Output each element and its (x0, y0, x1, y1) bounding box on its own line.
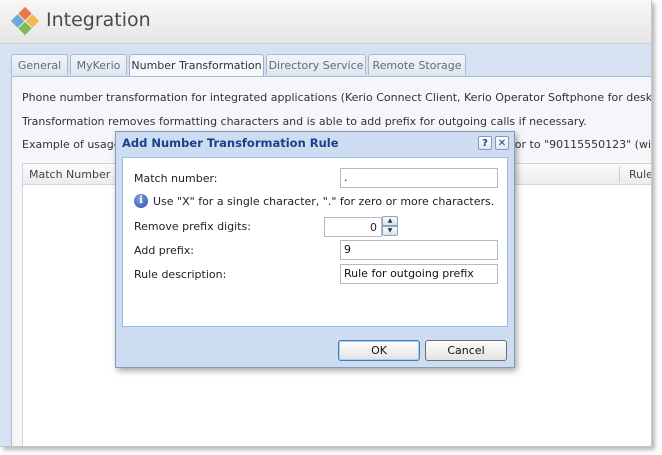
column-rule[interactable]: Rule (629, 168, 651, 181)
rule-description-label: Rule description: (134, 268, 227, 281)
rule-description-input[interactable]: Rule for outgoing prefix (340, 264, 498, 284)
add-rule-dialog: Add Number Transformation Rule ? ✕ Match… (115, 131, 515, 368)
match-number-input[interactable]: . (340, 168, 498, 188)
tab-remote-storage[interactable]: Remote Storage (368, 54, 466, 75)
transformation-note: Transformation removes formatting charac… (22, 115, 587, 128)
match-number-hint: Use "X" for a single character, "." for … (153, 195, 495, 208)
page-title: Integration (46, 9, 151, 31)
cancel-button[interactable]: Cancel (425, 340, 507, 361)
integration-logo-icon (10, 6, 40, 36)
remove-prefix-input[interactable]: 0 (324, 217, 382, 237)
tab-mykerio[interactable]: MyKerio (70, 54, 127, 75)
ok-button[interactable]: OK (338, 340, 420, 361)
example-text: ) or to "90115550123" (wit (507, 138, 652, 151)
dialog-form: Match number: . i Use "X" for a single c… (122, 157, 508, 327)
info-icon: i (134, 194, 148, 208)
column-separator (619, 166, 620, 182)
remove-prefix-value: 0 (370, 221, 377, 234)
help-icon[interactable]: ? (478, 136, 492, 150)
dialog-title: Add Number Transformation Rule (122, 136, 339, 150)
tab-general[interactable]: General (11, 54, 68, 75)
stepper-down-icon[interactable]: ▼ (382, 226, 398, 236)
add-prefix-input[interactable]: 9 (340, 240, 498, 260)
tab-directory-service[interactable]: Directory Service (266, 54, 366, 75)
close-icon[interactable]: ✕ (495, 136, 509, 150)
app-header: Integration (0, 0, 651, 44)
app-window: Integration General MyKerio Number Trans… (0, 0, 652, 447)
column-match-number[interactable]: Match Number (29, 168, 110, 181)
tab-number-transformation[interactable]: Number Transformation (129, 54, 264, 77)
panel-description: Phone number transformation for integrat… (22, 91, 652, 104)
match-number-label: Match number: (134, 172, 218, 185)
example-label: Example of usage: (22, 138, 125, 151)
add-prefix-label: Add prefix: (134, 244, 194, 257)
stepper-up-icon[interactable]: ▲ (382, 216, 398, 226)
remove-prefix-label: Remove prefix digits: (134, 220, 251, 233)
remove-prefix-stepper: ▲ ▼ (382, 216, 398, 237)
